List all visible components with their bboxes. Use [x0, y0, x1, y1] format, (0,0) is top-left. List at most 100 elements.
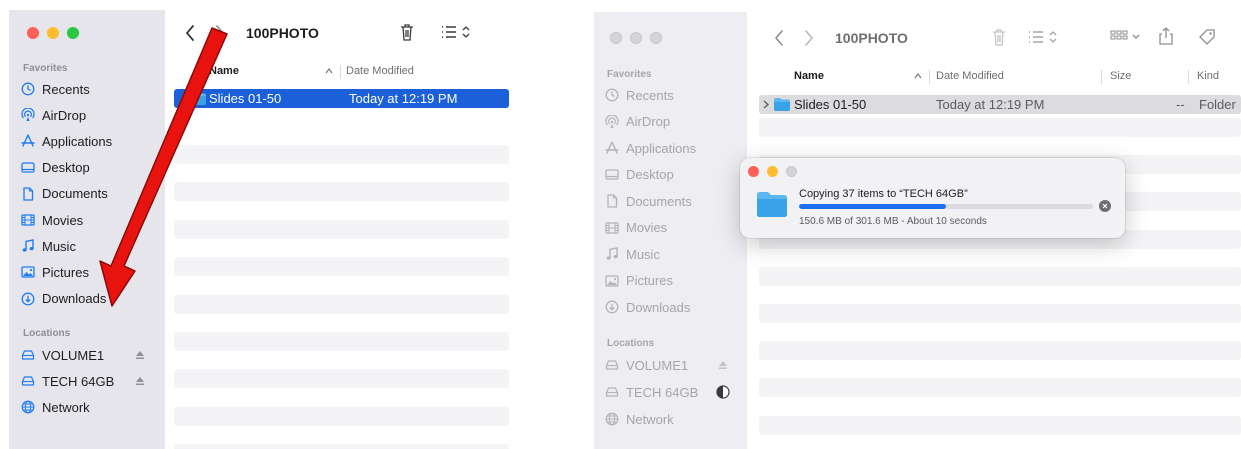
sort-ascending-icon: [914, 73, 922, 79]
sidebar-item-network[interactable]: Network: [603, 409, 674, 429]
sidebar-item-desktop[interactable]: Desktop: [603, 165, 674, 185]
drive-icon: [19, 373, 37, 389]
column-divider: [929, 70, 930, 84]
trash-button[interactable]: [400, 23, 414, 41]
copy-progress-pie-icon[interactable]: [716, 385, 730, 399]
sidebar-item-label: TECH 64GB: [626, 384, 699, 400]
airdrop-icon: [603, 114, 621, 130]
sidebar-item-downloads[interactable]: Downloads: [603, 297, 690, 317]
empty-row: [174, 332, 509, 351]
file-row[interactable]: Slides 01-50 Today at 12:19 PM -- Folder: [759, 95, 1241, 114]
chevron-right-icon: [805, 30, 814, 46]
empty-row: [174, 294, 509, 314]
empty-row: [759, 378, 1241, 398]
group-button[interactable]: [1110, 30, 1142, 44]
empty-row: [174, 257, 509, 277]
chevron-left-icon: [185, 25, 194, 41]
clock-icon: [19, 81, 37, 97]
forward-button[interactable]: [215, 25, 225, 41]
window-controls: [27, 27, 79, 39]
trash-button[interactable]: [992, 28, 1006, 46]
sidebar-item-label: Pictures: [42, 264, 89, 280]
sidebar-item-documents[interactable]: Documents: [603, 191, 692, 211]
empty-row: [759, 415, 1241, 435]
sidebar-item-desktop[interactable]: Desktop: [19, 158, 90, 178]
sidebar: Favorites Recents AirDrop Applications Desk…: [9, 10, 165, 449]
stop-copy-button[interactable]: [1099, 200, 1111, 212]
sidebar-item-applications[interactable]: Applications: [603, 138, 696, 158]
empty-row: [759, 304, 1241, 323]
column-header-kind[interactable]: Kind: [1197, 70, 1219, 82]
close-window-button[interactable]: [610, 32, 622, 44]
copy-progress-dialog: Copying 37 items to “TECH 64GB” 150.6 MB…: [740, 158, 1125, 238]
disclosure-triangle-icon[interactable]: [763, 100, 769, 109]
sidebar-item-downloads[interactable]: Downloads: [19, 289, 106, 309]
sidebar-item-tech-64gb[interactable]: TECH 64GB: [19, 371, 114, 391]
empty-row: [174, 444, 509, 449]
sidebar-item-volume1[interactable]: VOLUME1: [19, 345, 104, 365]
copy-progress-fill: [799, 204, 946, 209]
eject-icon[interactable]: [135, 376, 145, 386]
sidebar-item-label: AirDrop: [42, 107, 87, 123]
sidebar-item-recents[interactable]: Recents: [603, 85, 674, 105]
finder-window: Favorites Recents AirDrop Applications Desk…: [9, 10, 509, 449]
minimize-dialog-button[interactable]: [767, 166, 778, 177]
sidebar-item-tech-64gb[interactable]: TECH 64GB: [603, 382, 698, 402]
sidebar-item-movies[interactable]: Movies: [19, 210, 83, 230]
sidebar-item-volume1[interactable]: VOLUME1: [603, 355, 688, 375]
zoom-window-button[interactable]: [650, 32, 662, 44]
globe-icon: [19, 399, 37, 415]
sidebar: Favorites Recents AirDrop Applications Desk…: [594, 12, 747, 449]
favorites-header: Favorites: [23, 63, 68, 74]
drive-icon: [603, 384, 621, 400]
sort-ascending-icon: [325, 68, 333, 74]
column-header-date[interactable]: Date Modified: [936, 70, 1004, 82]
close-window-button[interactable]: [27, 27, 39, 39]
column-header-date[interactable]: Date Modified: [346, 65, 414, 77]
zoom-dialog-button[interactable]: [786, 166, 797, 177]
back-button[interactable]: [774, 30, 784, 46]
file-row[interactable]: Slides 01-50 Today at 12:19 PM: [174, 89, 509, 108]
forward-button[interactable]: [804, 30, 814, 46]
dialog-window-controls: [748, 166, 797, 177]
sidebar-item-applications[interactable]: Applications: [19, 131, 112, 151]
list-view-icon: [1029, 31, 1057, 43]
sidebar-item-label: AirDrop: [626, 114, 671, 129]
sidebar-item-pictures[interactable]: Pictures: [19, 262, 89, 282]
eject-icon[interactable]: [718, 360, 728, 370]
film-icon: [19, 212, 37, 228]
file-size: --: [1176, 97, 1185, 112]
sidebar-item-music[interactable]: Music: [19, 236, 76, 256]
list-view-icon: [442, 26, 470, 38]
column-header-name[interactable]: Name: [794, 70, 824, 82]
sidebar-item-documents[interactable]: Documents: [19, 184, 108, 204]
close-dialog-button[interactable]: [748, 166, 759, 177]
copy-status-detail: 150.6 MB of 301.6 MB - About 10 seconds: [799, 216, 987, 227]
minimize-window-button[interactable]: [47, 27, 59, 39]
desktop-icon: [603, 167, 621, 183]
download-icon: [19, 291, 37, 307]
share-button[interactable]: [1159, 27, 1173, 45]
minimize-window-button[interactable]: [630, 32, 642, 44]
chevron-left-icon: [774, 30, 783, 46]
column-header-name[interactable]: Name: [209, 65, 239, 77]
sidebar-item-airdrop[interactable]: AirDrop: [19, 105, 86, 125]
sidebar-item-label: Music: [42, 238, 76, 254]
column-header-size[interactable]: Size: [1110, 70, 1131, 82]
sidebar-item-pictures[interactable]: Pictures: [603, 271, 673, 291]
copy-progress-bar: [799, 204, 1093, 209]
empty-row: [174, 369, 509, 389]
sidebar-item-network[interactable]: Network: [19, 397, 90, 417]
sidebar-item-label: VOLUME1: [42, 347, 105, 363]
eject-icon[interactable]: [135, 350, 145, 360]
column-divider: [340, 65, 341, 79]
tag-button[interactable]: [1198, 28, 1216, 46]
sidebar-item-recents[interactable]: Recents: [19, 79, 90, 99]
sidebar-item-movies[interactable]: Movies: [603, 218, 667, 238]
view-options-button[interactable]: [1028, 30, 1058, 44]
zoom-window-button[interactable]: [67, 27, 79, 39]
sidebar-item-music[interactable]: Music: [603, 244, 660, 264]
sidebar-item-airdrop[interactable]: AirDrop: [603, 112, 670, 132]
view-options-button[interactable]: [441, 25, 471, 39]
back-button[interactable]: [185, 25, 195, 41]
